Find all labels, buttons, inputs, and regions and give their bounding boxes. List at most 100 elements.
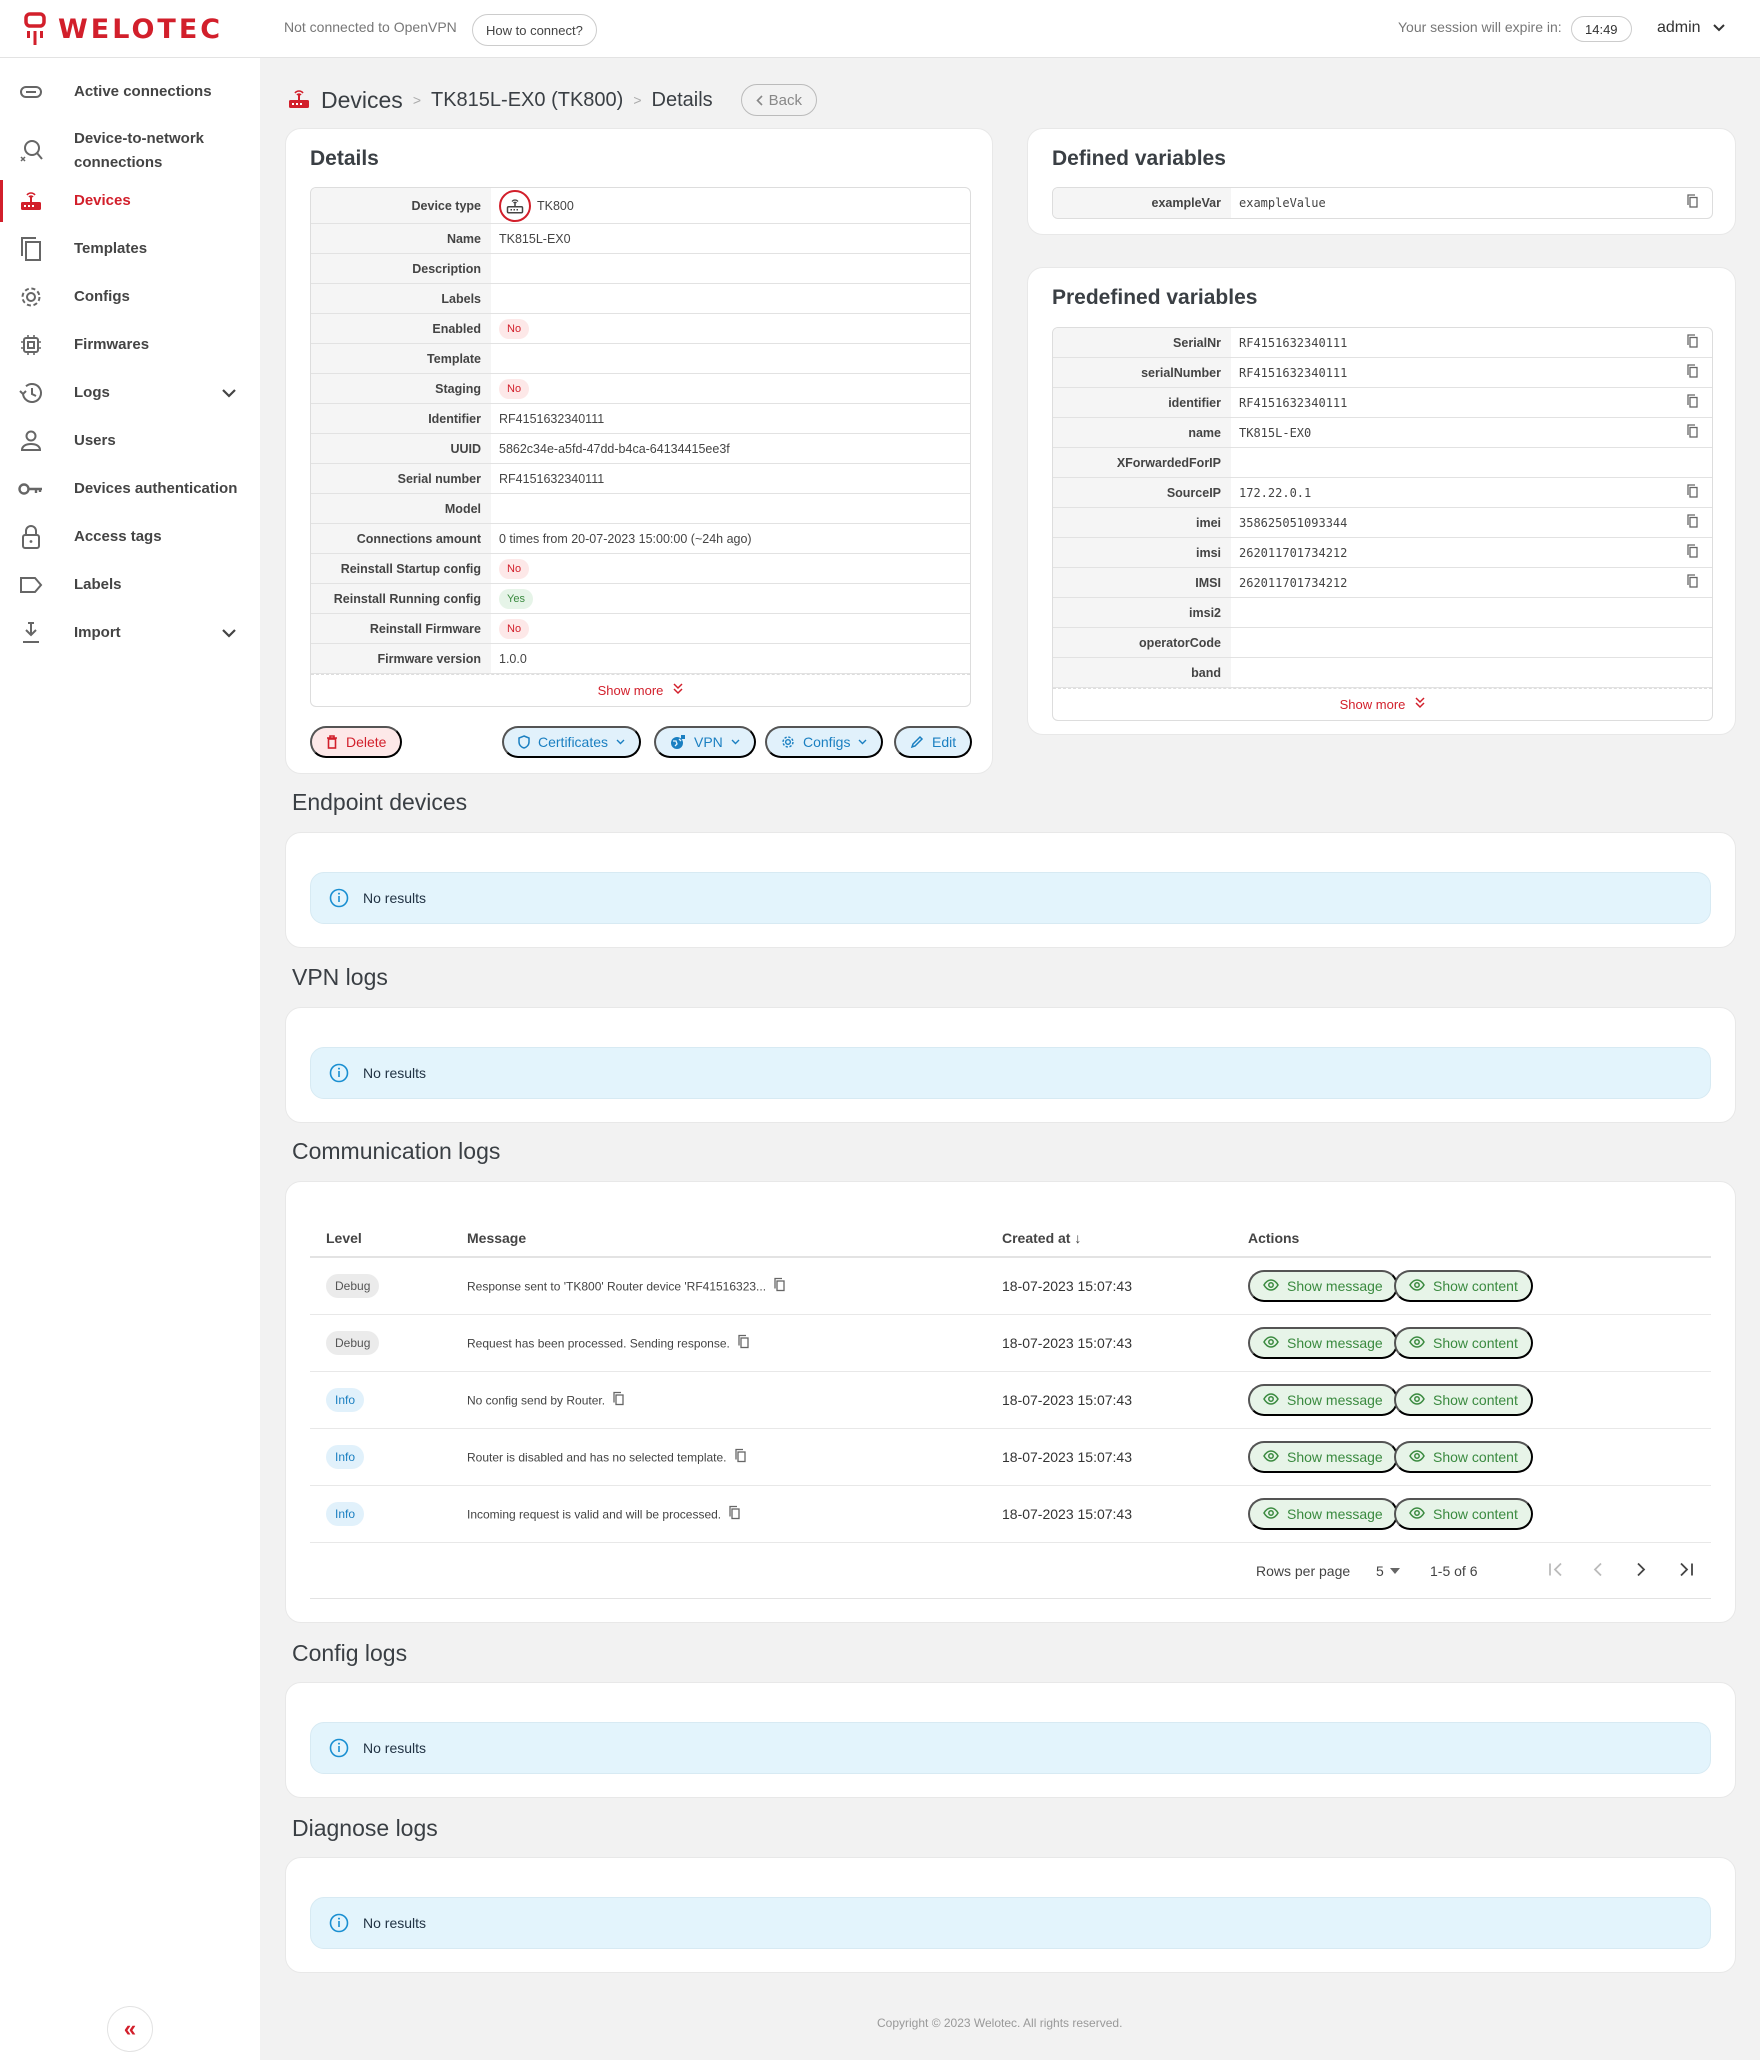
sidebar-item-devices-authentication[interactable]: Devices authentication (0, 468, 260, 510)
copy-icon[interactable] (1687, 364, 1698, 381)
copy-icon[interactable] (774, 1277, 785, 1295)
copy-icon[interactable] (1687, 484, 1698, 501)
column-created-at[interactable]: Created at ↓ (1002, 1230, 1081, 1246)
kv-key: imsi2 (1053, 598, 1231, 627)
show-message-button[interactable]: Show message (1248, 1270, 1398, 1302)
kv-row: IMSI 262011701734212 (1053, 568, 1712, 598)
show-content-label: Show content (1433, 1449, 1518, 1465)
table-row: Debug Response sent to 'TK800' Router dev… (310, 1258, 1711, 1315)
configs-button[interactable]: Configs (765, 726, 884, 758)
copy-icon[interactable] (734, 1448, 746, 1466)
kv-row: Enabled No (311, 314, 970, 344)
logo-mark-icon (24, 12, 46, 45)
sidebar-item-users[interactable]: Users (0, 420, 260, 462)
copy-icon[interactable] (729, 1505, 740, 1523)
copy-icon[interactable] (1687, 574, 1698, 591)
chip-icon (18, 332, 44, 358)
user-menu[interactable]: admin (1657, 19, 1725, 37)
copy-icon[interactable] (613, 1391, 624, 1409)
show-content-label: Show content (1433, 1392, 1518, 1408)
value-text: RF4151632340111 (499, 411, 605, 426)
eye-icon (1409, 1278, 1425, 1294)
value-text: RF4151632340111 (1239, 335, 1348, 350)
collapse-sidebar-button[interactable]: « (107, 2006, 153, 2052)
kv-row: Name TK815L-EX0 (311, 224, 970, 254)
vpn-button[interactable]: VPN (654, 726, 756, 758)
sidebar-item-import[interactable]: Import (0, 612, 260, 654)
copy-icon[interactable] (1687, 194, 1698, 211)
show-content-button[interactable]: Show content (1394, 1498, 1533, 1530)
sidebar-item-logs[interactable]: Logs (0, 372, 260, 414)
sidebar-item-label: Configs (74, 288, 130, 305)
show-content-label: Show content (1433, 1335, 1518, 1351)
sidebar-item-firmwares[interactable]: Firmwares (0, 324, 260, 366)
show-message-label: Show message (1287, 1449, 1383, 1465)
show-content-button[interactable]: Show content (1394, 1270, 1533, 1302)
copy-icon[interactable] (1687, 514, 1698, 531)
kv-value: 0 times from 20-07-2023 15:00:00 (~24h a… (491, 524, 970, 553)
certificates-button[interactable]: Certificates (502, 726, 642, 758)
copy-icon[interactable] (1687, 544, 1698, 561)
kv-row: Identifier RF4151632340111 (311, 404, 970, 434)
back-label: Back (768, 91, 803, 109)
rows-per-page-select[interactable]: 5 (1376, 1563, 1400, 1579)
show-message-button[interactable]: Show message (1248, 1498, 1398, 1530)
last-page-button[interactable] (1678, 1562, 1694, 1579)
sidebar-item-configs[interactable]: Configs (0, 276, 260, 318)
copy-icon[interactable] (738, 1334, 749, 1352)
kv-value: TK815L-EX0 (491, 224, 970, 253)
gear-icon (18, 284, 44, 310)
show-message-button[interactable]: Show message (1248, 1384, 1398, 1416)
caret-down-icon (1389, 1567, 1400, 1574)
column-message[interactable]: Message (467, 1230, 526, 1246)
kv-key: Reinstall Firmware (311, 614, 491, 643)
log-message: Request has been processed. Sending resp… (467, 1334, 749, 1352)
kv-row: Reinstall Running config Yes (311, 584, 970, 614)
welotec-logo[interactable]: WELOTEC (24, 12, 223, 46)
copy-icon[interactable] (1687, 334, 1698, 351)
next-page-button[interactable] (1636, 1562, 1646, 1579)
sidebar-item-devices[interactable]: Devices (0, 180, 260, 222)
kv-key: band (1053, 658, 1231, 687)
show-content-button[interactable]: Show content (1394, 1441, 1533, 1473)
chevron-left-icon (1593, 1562, 1602, 1576)
kv-row: imsi2 (1053, 598, 1712, 628)
communication-logs-table: Level Message Created at ↓ Actions Debug… (310, 1222, 1711, 1599)
kv-value: No (491, 314, 970, 343)
sidebar-item-labels[interactable]: Labels (0, 564, 260, 606)
no-results-alert: No results (310, 1047, 1711, 1099)
lock-icon (18, 524, 44, 550)
edit-button[interactable]: Edit (894, 726, 973, 758)
sidebar-item-device-to-network[interactable]: Device-to-network connections (0, 118, 260, 184)
column-level[interactable]: Level (326, 1230, 362, 1246)
show-content-button[interactable]: Show content (1394, 1384, 1533, 1416)
how-to-connect-button[interactable]: How to connect? (472, 14, 597, 46)
previous-page-button[interactable] (1593, 1562, 1603, 1579)
router-icon (287, 87, 311, 114)
status-badge: No (499, 558, 530, 579)
breadcrumb-device[interactable]: TK815L-EX0 (TK800) (431, 89, 623, 112)
sidebar-item-templates[interactable]: Templates (0, 228, 260, 270)
show-more-button[interactable]: Show more (311, 674, 970, 706)
show-message-button[interactable]: Show message (1248, 1327, 1398, 1359)
back-button[interactable]: Back (740, 84, 818, 116)
breadcrumb: Devices > TK815L-EX0 (TK800) > Details B… (287, 84, 818, 116)
delete-button[interactable]: Delete (310, 726, 403, 758)
sidebar-item-active-connections[interactable]: Active connections (0, 70, 260, 114)
kv-key: exampleVar (1053, 188, 1231, 218)
log-created-at: 18-07-2023 15:07:43 (1002, 1449, 1132, 1465)
sort-arrow-icon: ↓ (1074, 1230, 1082, 1246)
show-message-button[interactable]: Show message (1248, 1441, 1398, 1473)
kv-value: 1.0.0 (491, 644, 970, 673)
breadcrumb-devices[interactable]: Devices (321, 87, 403, 114)
sidebar-item-access-tags[interactable]: Access tags (0, 516, 260, 558)
kv-value: TK815L-EX0 (1231, 418, 1712, 447)
show-more-button[interactable]: Show more (1053, 688, 1712, 720)
show-content-button[interactable]: Show content (1394, 1327, 1533, 1359)
kv-key: operatorCode (1053, 628, 1231, 657)
first-page-button[interactable] (1548, 1562, 1564, 1579)
level-badge: Info (326, 1502, 365, 1526)
copy-icon[interactable] (1687, 394, 1698, 411)
kv-value (1231, 658, 1712, 687)
copy-icon[interactable] (1687, 424, 1698, 441)
